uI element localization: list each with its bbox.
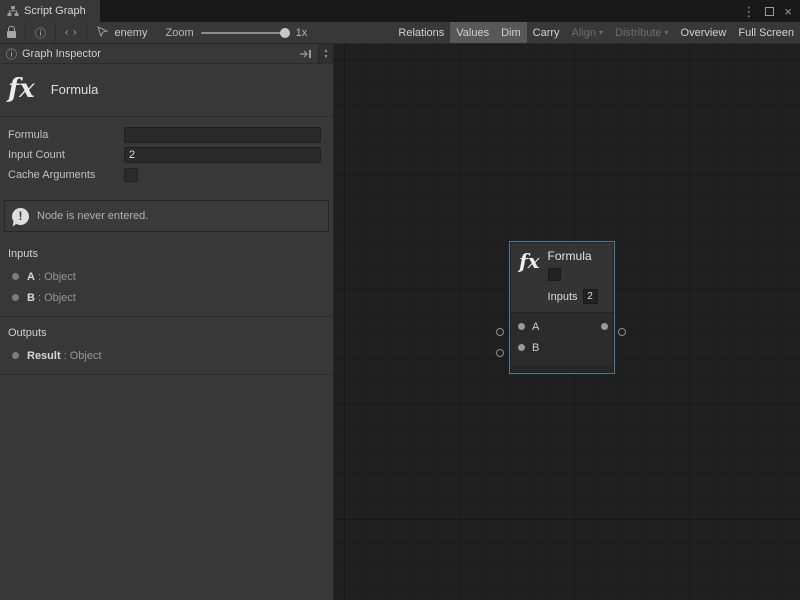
zoom-slider[interactable] bbox=[201, 32, 289, 34]
input-port-item: B : Object bbox=[0, 287, 333, 308]
warning-box: ! Node is never entered. bbox=[4, 200, 329, 232]
distribute-dropdown[interactable]: Distribute▾ bbox=[609, 22, 674, 43]
tab-script-graph[interactable]: Script Graph bbox=[0, 0, 100, 22]
script-graph-window: Script Graph ⋮ × ⓘ ‹ › enemy Zoom bbox=[0, 0, 800, 600]
toolbar-separator bbox=[86, 22, 87, 43]
graph-name: enemy bbox=[114, 27, 147, 39]
relations-button[interactable]: Relations bbox=[392, 22, 450, 43]
cache-arguments-label: Cache Arguments bbox=[8, 169, 124, 181]
formula-input[interactable] bbox=[124, 127, 321, 143]
unit-fields: Formula Input Count Cache Arguments bbox=[0, 117, 333, 187]
formula-fx-icon: fx bbox=[8, 76, 35, 102]
title-bar: Script Graph ⋮ × bbox=[0, 0, 800, 22]
fx-icon: fx bbox=[519, 251, 540, 304]
dock-panel-icon[interactable] bbox=[293, 49, 318, 59]
inspector-title: Graph Inspector bbox=[22, 48, 101, 60]
formula-field-label: Formula bbox=[8, 129, 124, 141]
stepper-down-icon[interactable]: ▼ bbox=[324, 54, 329, 60]
cache-arguments-checkbox[interactable] bbox=[124, 168, 138, 182]
warning-text: Node is never entered. bbox=[37, 210, 148, 222]
tab-label: Script Graph bbox=[24, 5, 86, 17]
outer-input-port-a-icon[interactable] bbox=[496, 328, 504, 336]
outer-output-port-icon[interactable] bbox=[618, 328, 626, 336]
warning-icon: ! bbox=[12, 208, 29, 225]
zoom-control: Zoom 1x bbox=[157, 27, 315, 39]
code-view-icon[interactable]: ‹ › bbox=[58, 22, 84, 43]
graph-toolbar: ⓘ ‹ › enemy Zoom 1x Relations Values Dim… bbox=[0, 22, 800, 44]
lock-icon[interactable] bbox=[0, 22, 23, 43]
close-icon[interactable]: × bbox=[784, 5, 792, 18]
carry-button[interactable]: Carry bbox=[527, 22, 566, 43]
node-title: Formula bbox=[548, 249, 598, 263]
info-icon: ⓘ bbox=[6, 46, 17, 62]
port-dot-icon bbox=[12, 352, 19, 359]
node-port-a[interactable]: A bbox=[511, 316, 613, 337]
formula-node[interactable]: fx Formula Inputs 2 A bbox=[510, 242, 614, 373]
graph-canvas[interactable]: fx Formula Inputs 2 A bbox=[334, 44, 800, 600]
output-port-icon[interactable] bbox=[601, 323, 608, 330]
dim-button[interactable]: Dim bbox=[495, 22, 527, 43]
zoom-label: Zoom bbox=[165, 27, 193, 39]
graph-inspector-panel: ⓘ Graph Inspector ▲ ▼ fx Formula bbox=[0, 44, 334, 600]
overview-button[interactable]: Overview bbox=[675, 22, 733, 43]
node-ports: A B bbox=[511, 313, 613, 366]
output-port-item: Result : Object bbox=[0, 345, 333, 366]
outputs-section-title: Outputs bbox=[0, 317, 333, 345]
align-dropdown[interactable]: Align▾ bbox=[566, 22, 609, 43]
window-menu-icon[interactable]: ⋮ bbox=[742, 5, 755, 18]
cache-arguments-row: Cache Arguments bbox=[0, 165, 333, 185]
zoom-value: 1x bbox=[296, 27, 308, 39]
zoom-slider-thumb[interactable] bbox=[280, 28, 290, 38]
node-footer bbox=[511, 366, 613, 372]
formula-field-row: Formula bbox=[0, 125, 333, 145]
port-dot-icon bbox=[12, 294, 19, 301]
input-port-icon[interactable] bbox=[518, 323, 525, 330]
graph-asset-icon bbox=[97, 26, 109, 40]
formula-node-header[interactable]: fx Formula Inputs 2 bbox=[511, 243, 613, 312]
input-port-icon[interactable] bbox=[518, 344, 525, 351]
values-button[interactable]: Values bbox=[450, 22, 495, 43]
fullscreen-button[interactable]: Full Screen bbox=[732, 22, 800, 43]
port-dot-icon bbox=[12, 273, 19, 280]
window-controls: ⋮ × bbox=[742, 0, 800, 22]
inspector-header: ⓘ Graph Inspector ▲ ▼ bbox=[0, 44, 333, 64]
script-graph-icon bbox=[7, 5, 19, 17]
toolbar-separator bbox=[55, 22, 56, 43]
node-input-count-field[interactable]: 2 bbox=[583, 289, 598, 304]
divider bbox=[0, 374, 333, 375]
input-count-field-row: Input Count bbox=[0, 145, 333, 165]
maximize-icon[interactable] bbox=[765, 7, 774, 16]
unit-header: fx Formula bbox=[0, 64, 333, 116]
info-toggle-icon[interactable]: ⓘ bbox=[28, 22, 53, 43]
node-formula-field[interactable] bbox=[548, 268, 561, 281]
titlebar-spacer bbox=[100, 0, 743, 22]
chevron-down-icon: ▾ bbox=[599, 28, 603, 37]
node-inputs-label: Inputs bbox=[548, 291, 578, 303]
outer-input-port-b-icon[interactable] bbox=[496, 349, 504, 357]
unit-title: Formula bbox=[51, 82, 99, 97]
toolbar-separator bbox=[25, 22, 26, 43]
input-count-label: Input Count bbox=[8, 149, 124, 161]
node-port-b[interactable]: B bbox=[511, 337, 613, 358]
input-count-input[interactable] bbox=[124, 147, 321, 163]
inputs-section-title: Inputs bbox=[0, 238, 333, 266]
panel-stepper[interactable]: ▲ ▼ bbox=[318, 44, 333, 64]
chevron-down-icon: ▾ bbox=[665, 28, 669, 37]
graph-breadcrumb[interactable]: enemy bbox=[89, 26, 157, 40]
input-port-item: A : Object bbox=[0, 266, 333, 287]
